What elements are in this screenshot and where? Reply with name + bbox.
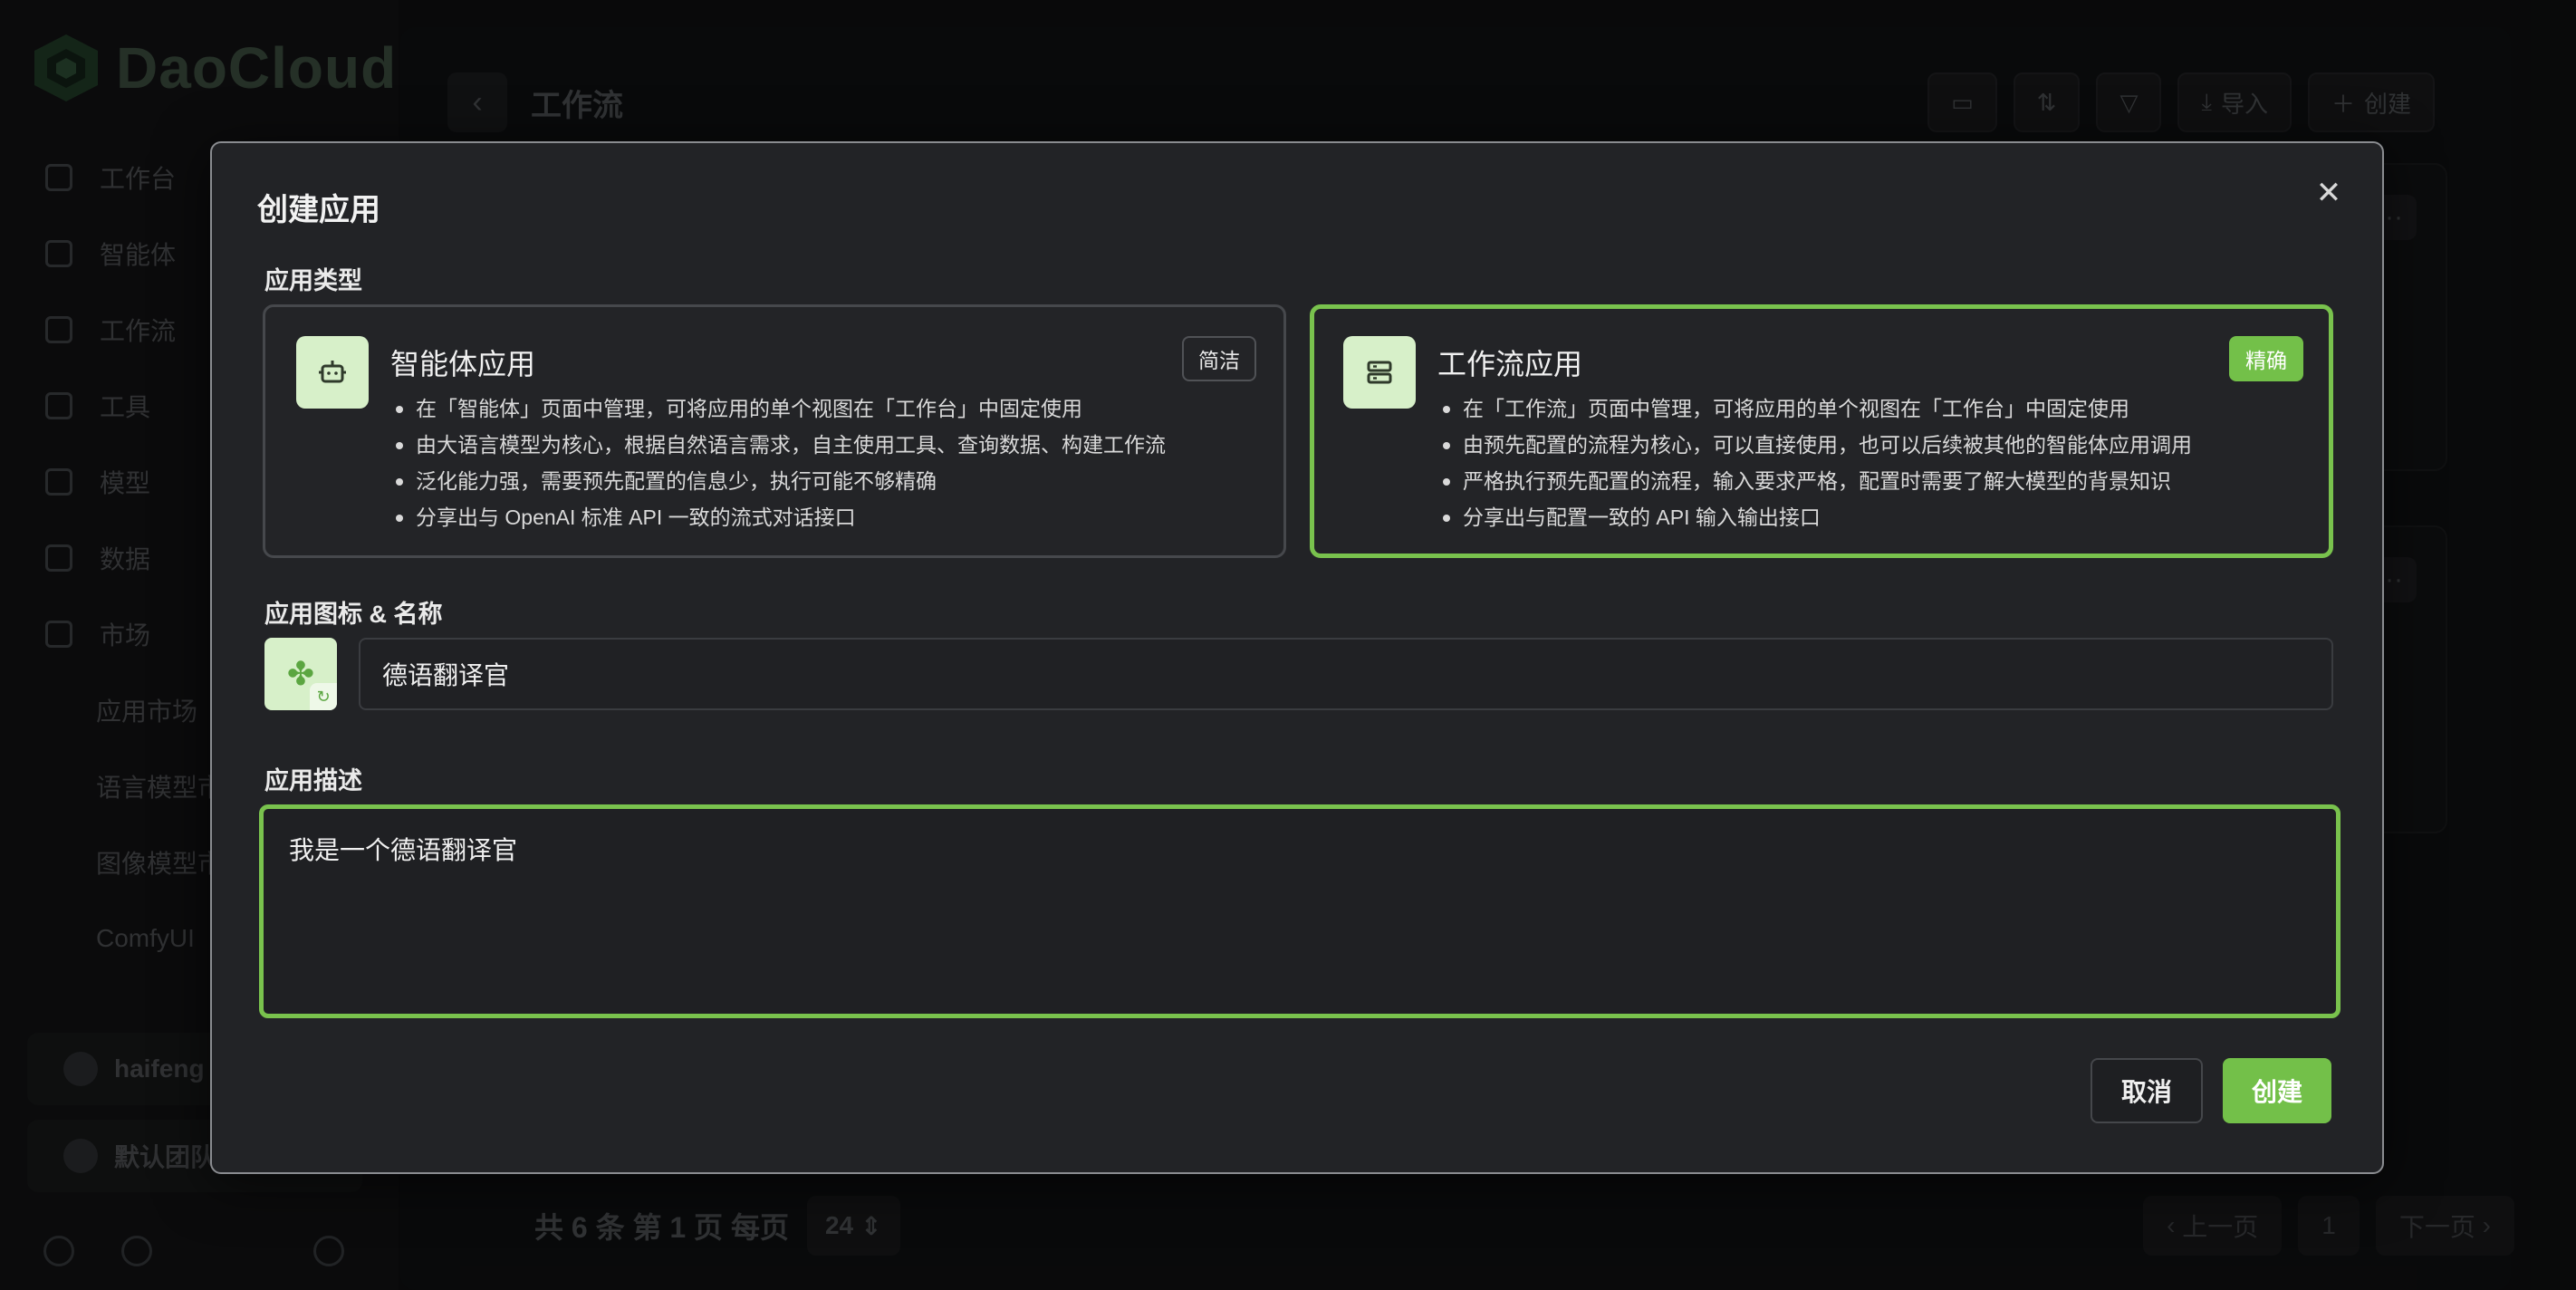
list-item: 由大语言模型为核心，根据自然语言需求，自主使用工具、查询数据、构建工作流: [392, 427, 1166, 463]
list-item: 严格执行预先配置的流程，输入要求严格，配置时需要了解大模型的背景知识: [1439, 463, 2192, 499]
app-type-badge: 精确: [2229, 336, 2303, 381]
app-name-input[interactable]: [359, 638, 2333, 710]
app-type-badge: 简洁: [1182, 336, 1256, 381]
create-app-dialog: 创建应用 ✕ 应用类型 智能体应用 简洁 在「智能体」页面中管理，可将应用的单个…: [210, 141, 2384, 1174]
list-item: 由预先配置的流程为核心，可以直接使用，也可以后续被其他的智能体应用调用: [1439, 427, 2192, 463]
app-type-name: 工作流应用: [1437, 348, 1583, 380]
icon-name-label: 应用图标 & 名称: [264, 601, 443, 628]
cancel-button[interactable]: 取消: [2091, 1058, 2203, 1123]
app-type-label: 应用类型: [264, 267, 362, 294]
app-type-name: 智能体应用: [390, 348, 536, 380]
close-button[interactable]: ✕: [2306, 170, 2351, 216]
list-item: 泛化能力强，需要预先配置的信息少，执行可能不够精确: [392, 463, 1166, 499]
description-label: 应用描述: [264, 767, 362, 794]
robot-icon: [296, 336, 369, 409]
create-button[interactable]: 创建: [2223, 1058, 2331, 1123]
app-icon-picker[interactable]: ✤ ↻: [264, 638, 337, 710]
close-icon: ✕: [2315, 176, 2342, 210]
app-type-option-agent[interactable]: 智能体应用 简洁 在「智能体」页面中管理，可将应用的单个视图在「工作台」中固定使…: [263, 304, 1286, 558]
app-description-textarea[interactable]: 我是一个德语翻译官: [259, 804, 2341, 1018]
dialog-title: 创建应用: [257, 193, 380, 227]
list-item: 分享出与 OpenAI 标准 API 一致的流式对话接口: [392, 499, 1166, 535]
workflow-icon: [1343, 336, 1416, 409]
list-item: 分享出与配置一致的 API 输入输出接口: [1439, 499, 2192, 535]
app-type-description: 在「工作流」页面中管理，可将应用的单个视图在「工作台」中固定使用 由预先配置的流…: [1439, 390, 2192, 535]
refresh-icon[interactable]: ↻: [310, 683, 337, 710]
app-type-description: 在「智能体」页面中管理，可将应用的单个视图在「工作台」中固定使用 由大语言模型为…: [392, 390, 1166, 535]
list-item: 在「智能体」页面中管理，可将应用的单个视图在「工作台」中固定使用: [392, 390, 1166, 427]
app-type-option-workflow[interactable]: 工作流应用 精确 在「工作流」页面中管理，可将应用的单个视图在「工作台」中固定使…: [1310, 304, 2333, 558]
list-item: 在「工作流」页面中管理，可将应用的单个视图在「工作台」中固定使用: [1439, 390, 2192, 427]
